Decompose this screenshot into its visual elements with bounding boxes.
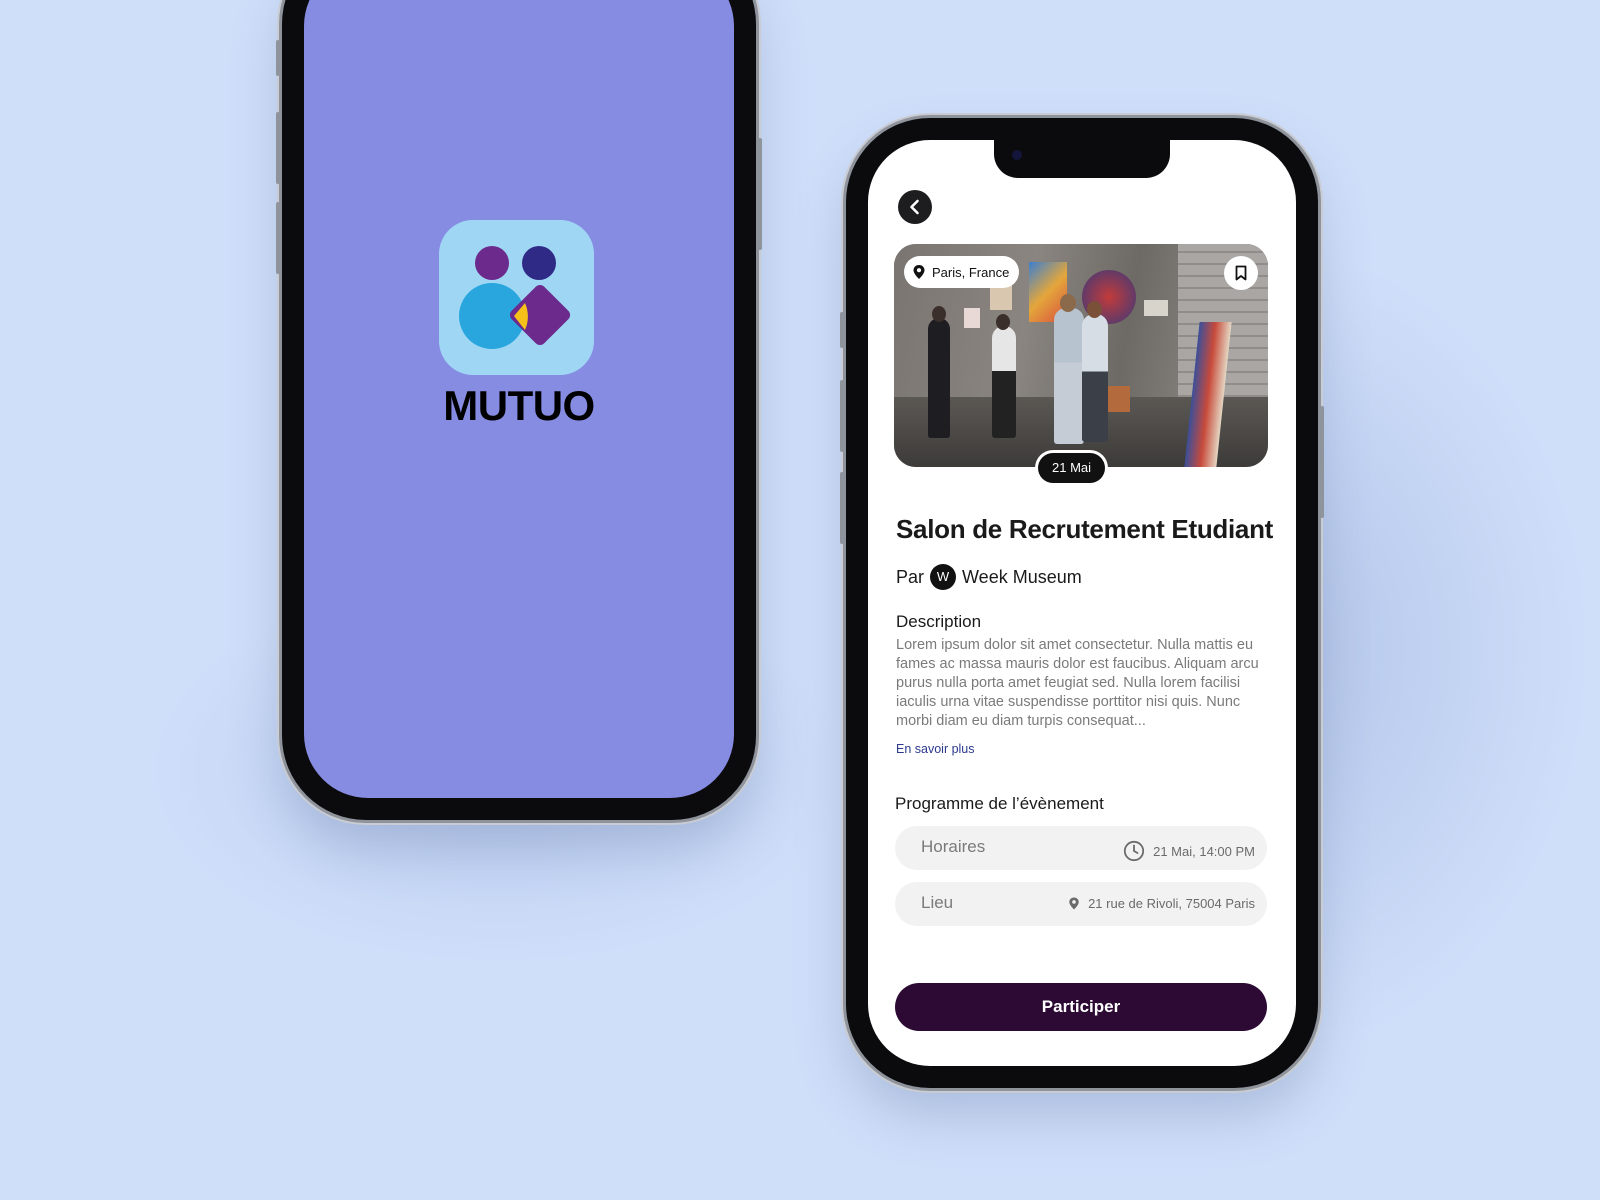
location-value: 21 rue de Rivoli, 75004 Paris bbox=[1068, 896, 1255, 911]
program-heading: Programme de l’évènement bbox=[895, 794, 1104, 813]
chevron-left-icon bbox=[910, 199, 919, 215]
back-button[interactable] bbox=[898, 190, 932, 224]
mute-switch bbox=[276, 40, 280, 76]
volume-down-button bbox=[840, 472, 844, 544]
splash-screen: MUTUO bbox=[304, 0, 734, 798]
notch bbox=[994, 140, 1170, 178]
mutuo-app-icon bbox=[439, 220, 594, 375]
volume-up-button bbox=[840, 380, 844, 452]
description-text: Lorem ipsum dolor sit amet consectetur. … bbox=[896, 637, 1259, 729]
location-badge[interactable]: Paris, France bbox=[904, 256, 1020, 288]
power-button bbox=[758, 138, 762, 250]
mute-switch bbox=[840, 312, 844, 348]
read-more-link[interactable]: En savoir plus bbox=[896, 742, 975, 756]
power-button bbox=[1320, 406, 1324, 518]
mutuo-logo-icon bbox=[459, 246, 571, 349]
map-pin-icon bbox=[1069, 897, 1079, 910]
phone-event-detail: Paris, France 21 Mai Salon de Recrutemen… bbox=[840, 118, 1324, 1088]
volume-down-button bbox=[276, 202, 280, 274]
app-name: MUTUO bbox=[443, 382, 595, 429]
location-label: Lieu bbox=[921, 893, 954, 912]
volume-up-button bbox=[276, 112, 280, 184]
clock-icon bbox=[1124, 840, 1145, 862]
camera-icon bbox=[1012, 150, 1022, 160]
location-row[interactable]: Lieu 21 rue de Rivoli, 75004 Paris bbox=[895, 882, 1267, 926]
schedule-row[interactable]: Horaires 21 Mai, 14:00 PM bbox=[895, 826, 1267, 870]
organizer-name: Week Museum bbox=[962, 566, 1082, 587]
organizer-row[interactable]: Par W Week Museum bbox=[896, 564, 1082, 590]
event-title: Salon de Recrutement Etudiant bbox=[896, 514, 1274, 544]
schedule-value: 21 Mai, 14:00 PM bbox=[1123, 840, 1255, 862]
organizer-avatar: W bbox=[930, 564, 957, 590]
participate-button[interactable]: Participer bbox=[895, 983, 1267, 1031]
event-image: Paris, France bbox=[894, 244, 1268, 467]
description-heading: Description bbox=[896, 612, 982, 631]
bookmark-button[interactable] bbox=[1224, 256, 1258, 290]
organizer-prefix: Par bbox=[896, 566, 925, 587]
location-value-text: 21 rue de Rivoli, 75004 Paris bbox=[1088, 896, 1255, 911]
date-badge: 21 Mai bbox=[1038, 453, 1106, 483]
schedule-value-text: 21 Mai, 14:00 PM bbox=[1153, 843, 1255, 859]
location-text: Paris, France bbox=[932, 264, 1010, 280]
phone-splash: MUTUO bbox=[276, 0, 762, 820]
map-pin-icon bbox=[913, 265, 925, 279]
bookmark-icon bbox=[1235, 265, 1247, 281]
schedule-label: Horaires bbox=[921, 837, 986, 856]
event-screen: Paris, France 21 Mai Salon de Recrutemen… bbox=[868, 140, 1296, 1066]
